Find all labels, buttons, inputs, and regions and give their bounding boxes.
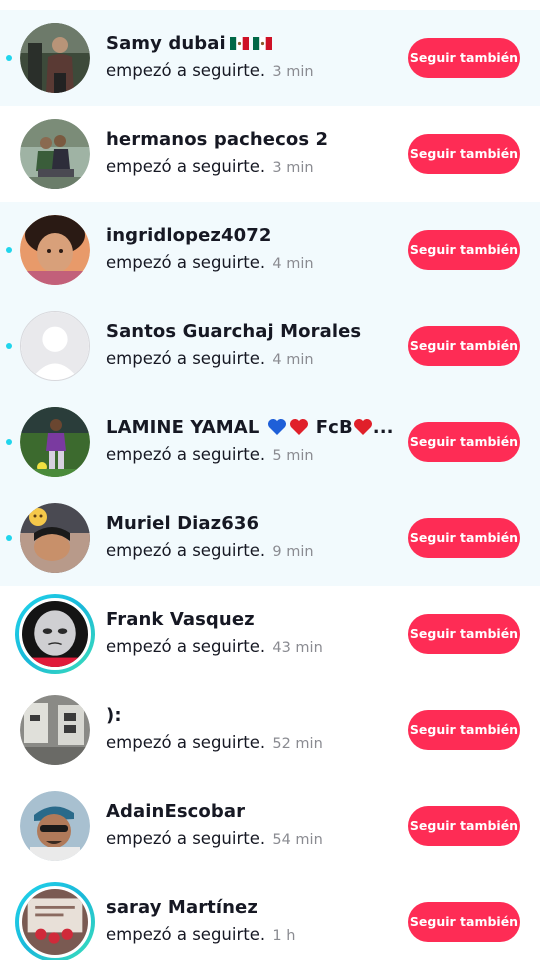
list-item[interactable]: AdainEscobar empezó a seguirte. 54 min S… bbox=[0, 778, 540, 874]
username[interactable]: ): bbox=[106, 704, 396, 728]
timestamp: 9 min bbox=[272, 544, 314, 560]
notification-text: empezó a seguirte. 52 min bbox=[106, 733, 323, 752]
unread-dot bbox=[6, 343, 12, 349]
username[interactable]: AdainEscobar bbox=[106, 800, 396, 824]
blue-heart-icon bbox=[268, 419, 287, 435]
avatar[interactable] bbox=[20, 503, 90, 573]
follow-back-button[interactable]: Seguir también bbox=[408, 134, 520, 174]
unread-dot bbox=[6, 535, 12, 541]
timestamp: 4 min bbox=[272, 352, 314, 368]
list-item[interactable]: Santos Guarchaj Morales empezó a seguirt… bbox=[0, 298, 540, 394]
notification-text: empezó a seguirte. 3 min bbox=[106, 61, 314, 80]
timestamp: 1 h bbox=[272, 928, 296, 944]
red-heart-icon bbox=[290, 419, 309, 435]
notification-list: Samy dubai empezó a seguirte. 3 min Segu… bbox=[0, 0, 540, 960]
follow-back-button[interactable]: Seguir también bbox=[408, 806, 520, 846]
list-item[interactable]: ): empezó a seguirte. 52 min Seguir tamb… bbox=[0, 682, 540, 778]
notification-text: empezó a seguirte. 43 min bbox=[106, 637, 323, 656]
follow-back-button[interactable]: Seguir también bbox=[408, 422, 520, 462]
follow-back-button[interactable]: Seguir también bbox=[408, 518, 520, 558]
unread-dot bbox=[6, 247, 12, 253]
list-item[interactable]: LAMINE YAMAL FcB... empezó a seguirte. 5… bbox=[0, 394, 540, 490]
notification-text: empezó a seguirte. 1 h bbox=[106, 925, 296, 944]
username[interactable]: LAMINE YAMAL FcB... bbox=[106, 416, 396, 440]
avatar[interactable] bbox=[20, 23, 90, 93]
mexico-flag-icon bbox=[252, 37, 272, 50]
follow-back-button[interactable]: Seguir también bbox=[408, 326, 520, 366]
avatar[interactable] bbox=[20, 215, 90, 285]
notification-text: empezó a seguirte. 54 min bbox=[106, 829, 323, 848]
unread-dot bbox=[6, 55, 12, 61]
username[interactable]: Frank Vasquez bbox=[106, 608, 396, 632]
list-item[interactable]: hermanos pachecos 2 empezó a seguirte. 3… bbox=[0, 106, 540, 202]
username[interactable]: Muriel Diaz636 bbox=[106, 512, 396, 536]
avatar[interactable] bbox=[20, 311, 90, 381]
username[interactable]: Santos Guarchaj Morales bbox=[106, 320, 396, 344]
red-heart-icon bbox=[353, 419, 372, 435]
avatar[interactable] bbox=[20, 119, 90, 189]
follow-back-button[interactable]: Seguir también bbox=[408, 902, 520, 942]
timestamp: 3 min bbox=[272, 64, 314, 80]
notification-text: empezó a seguirte. 9 min bbox=[106, 541, 314, 560]
avatar-story-ring[interactable] bbox=[15, 882, 95, 960]
username[interactable]: Samy dubai bbox=[106, 32, 396, 56]
timestamp: 43 min bbox=[272, 640, 323, 656]
follow-back-button[interactable]: Seguir también bbox=[408, 38, 520, 78]
notification-text: empezó a seguirte. 4 min bbox=[106, 349, 314, 368]
follow-back-button[interactable]: Seguir también bbox=[408, 614, 520, 654]
avatar[interactable] bbox=[20, 695, 90, 765]
list-item[interactable]: Muriel Diaz636 empezó a seguirte. 9 min … bbox=[0, 490, 540, 586]
list-item[interactable]: Samy dubai empezó a seguirte. 3 min Segu… bbox=[0, 10, 540, 106]
mexico-flag-icon bbox=[229, 37, 249, 50]
username[interactable]: saray Martínez bbox=[106, 896, 396, 920]
timestamp: 3 min bbox=[272, 160, 314, 176]
username[interactable]: ingridlopez4072 bbox=[106, 224, 396, 248]
list-item[interactable]: ingridlopez4072 empezó a seguirte. 4 min… bbox=[0, 202, 540, 298]
list-item[interactable]: saray Martínez empezó a seguirte. 1 h Se… bbox=[0, 874, 540, 960]
timestamp: 5 min bbox=[272, 448, 314, 464]
avatar-story-ring[interactable] bbox=[15, 594, 95, 674]
timestamp: 4 min bbox=[272, 256, 314, 272]
notification-text: empezó a seguirte. 3 min bbox=[106, 157, 314, 176]
list-item[interactable]: Frank Vasquez empezó a seguirte. 43 min … bbox=[0, 586, 540, 682]
timestamp: 54 min bbox=[272, 832, 323, 848]
notification-text: empezó a seguirte. 5 min bbox=[106, 445, 314, 464]
username[interactable]: hermanos pachecos 2 bbox=[106, 128, 396, 152]
unread-dot bbox=[6, 439, 12, 445]
follow-back-button[interactable]: Seguir también bbox=[408, 230, 520, 270]
follow-back-button[interactable]: Seguir también bbox=[408, 710, 520, 750]
avatar[interactable] bbox=[20, 791, 90, 861]
timestamp: 52 min bbox=[272, 736, 323, 752]
default-avatar-icon bbox=[21, 312, 89, 380]
notification-text: empezó a seguirte. 4 min bbox=[106, 253, 314, 272]
avatar[interactable] bbox=[20, 407, 90, 477]
